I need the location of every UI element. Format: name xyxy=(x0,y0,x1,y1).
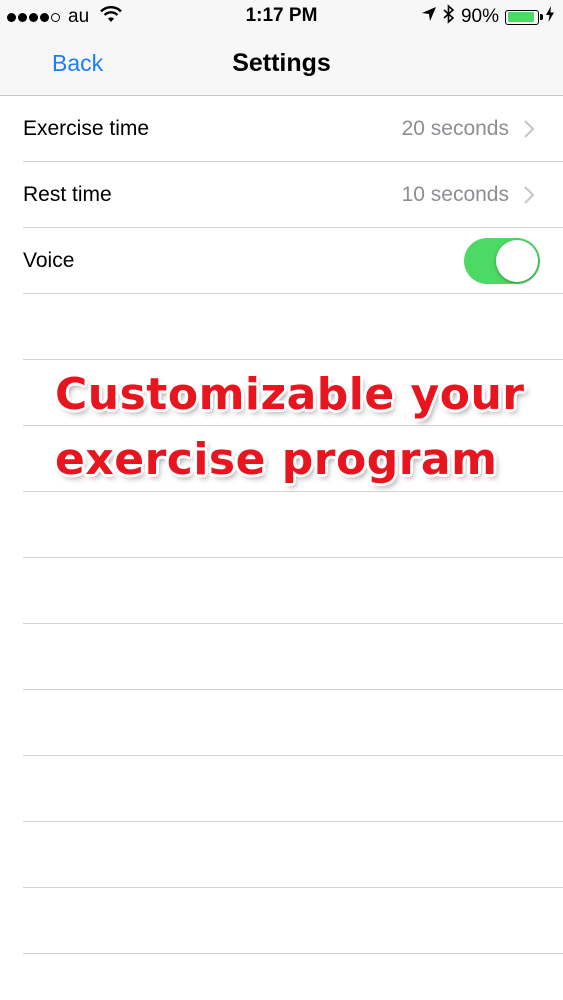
empty-row xyxy=(0,294,563,360)
rest-time-value: 10 seconds xyxy=(401,183,509,206)
chevron-right-icon xyxy=(519,118,539,140)
charging-bolt-icon xyxy=(545,6,555,28)
empty-row xyxy=(0,558,563,624)
location-arrow-icon xyxy=(421,6,437,28)
status-right: 90% xyxy=(421,4,555,30)
rest-time-label: Rest time xyxy=(23,183,112,206)
page-title: Settings xyxy=(232,49,331,77)
empty-row xyxy=(0,492,563,558)
empty-row xyxy=(0,624,563,690)
promo-caption: Customizable your exercise program xyxy=(55,362,555,492)
voice-toggle[interactable] xyxy=(464,238,540,284)
status-bar: au 1:17 PM 90% xyxy=(0,0,563,32)
settings-table: Exercise time 20 seconds Rest time 10 se… xyxy=(0,96,563,954)
toggle-knob xyxy=(496,240,538,282)
battery-level xyxy=(507,12,534,22)
battery-icon xyxy=(505,9,543,25)
empty-row xyxy=(0,690,563,756)
navigation-bar: Back Settings xyxy=(0,32,563,96)
exercise-time-label: Exercise time xyxy=(23,117,150,140)
bluetooth-icon xyxy=(443,4,455,30)
exercise-time-row[interactable]: Exercise time 20 seconds xyxy=(0,96,563,162)
exercise-time-value: 20 seconds xyxy=(401,117,509,140)
empty-row xyxy=(0,756,563,822)
voice-row: Voice xyxy=(0,228,563,294)
battery-percent: 90% xyxy=(460,6,499,27)
voice-label: Voice xyxy=(23,249,75,272)
empty-row xyxy=(0,822,563,888)
rest-time-row[interactable]: Rest time 10 seconds xyxy=(0,162,563,228)
chevron-right-icon xyxy=(519,184,539,206)
promo-line-1: Customizable your xyxy=(55,369,525,420)
promo-line-2: exercise program xyxy=(55,434,498,485)
empty-row xyxy=(0,888,563,954)
